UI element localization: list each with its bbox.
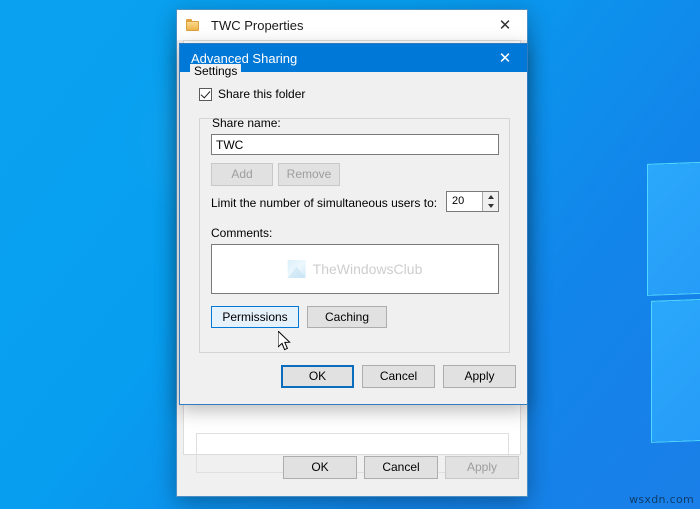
advanced-sharing-cancel-button[interactable]: Cancel <box>362 365 435 388</box>
folder-icon <box>186 18 201 32</box>
simultaneous-users-stepper[interactable] <box>446 191 499 212</box>
share-name-input[interactable] <box>211 134 499 155</box>
add-button: Add <box>211 163 273 186</box>
thewindowsclub-logo-icon <box>287 260 306 278</box>
advanced-sharing-dialog: Advanced Sharing ✕ Share this folder Set… <box>179 43 528 405</box>
remove-button: Remove <box>278 163 340 186</box>
thewindowsclub-watermark-text: TheWindowsClub <box>312 261 423 277</box>
stepper-down-icon[interactable] <box>483 202 498 212</box>
share-name-label: Share name: <box>212 116 281 130</box>
properties-title-bar: TWC Properties ✕ <box>177 10 527 40</box>
properties-ok-button[interactable]: OK <box>283 456 357 479</box>
properties-footer-buttons: OK Cancel Apply <box>177 440 527 496</box>
windows-logo-pane-top <box>648 159 700 295</box>
properties-apply-button: Apply <box>445 456 519 479</box>
properties-window-title: TWC Properties <box>211 17 304 33</box>
advanced-sharing-body: Share this folder Settings Share name: A… <box>180 64 527 404</box>
stepper-up-icon[interactable] <box>483 192 498 202</box>
thewindowsclub-watermark: TheWindowsClub <box>287 260 423 278</box>
caching-button[interactable]: Caching <box>307 306 387 328</box>
advanced-sharing-ok-button[interactable]: OK <box>281 365 354 388</box>
windows-logo-pane-bottom <box>652 296 700 442</box>
close-icon[interactable]: ✕ <box>483 44 527 72</box>
stepper-buttons[interactable] <box>482 192 498 211</box>
properties-cancel-button[interactable]: Cancel <box>364 456 438 479</box>
close-icon[interactable]: ✕ <box>483 10 527 40</box>
share-this-folder-label: Share this folder <box>218 87 306 101</box>
share-this-folder-checkbox[interactable] <box>199 87 212 101</box>
share-this-folder-row[interactable]: Share this folder <box>199 87 305 101</box>
permissions-button[interactable]: Permissions <box>211 306 299 328</box>
site-watermark: wsxdn.com <box>629 493 694 506</box>
simultaneous-users-input[interactable] <box>447 192 482 211</box>
settings-groupbox-legend: Settings <box>190 64 242 78</box>
simultaneous-users-limit-label: Limit the number of simultaneous users t… <box>211 196 438 210</box>
comments-input[interactable]: TheWindowsClub <box>211 244 499 294</box>
advanced-sharing-apply-button[interactable]: Apply <box>443 365 516 388</box>
comments-label: Comments: <box>211 226 273 240</box>
